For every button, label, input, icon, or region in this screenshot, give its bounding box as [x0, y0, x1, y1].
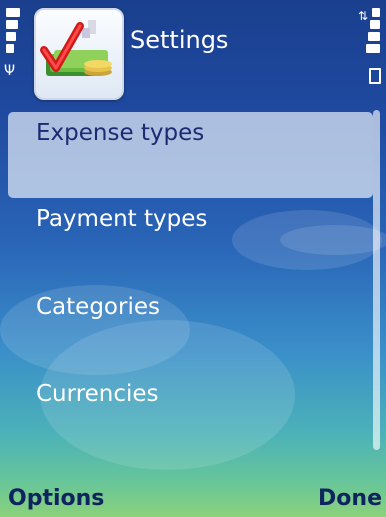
list-item-currencies[interactable]: Currencies [0, 373, 372, 459]
signal-strength-icon [6, 8, 20, 56]
list-item-label: Expense types [36, 120, 205, 146]
antenna-icon: Ψ [4, 63, 16, 79]
list-item-label: Currencies [36, 381, 159, 407]
options-softkey[interactable]: Options [8, 486, 104, 511]
expense-app-icon [34, 8, 124, 100]
battery-level-icon [366, 8, 380, 56]
battery-icon [369, 68, 381, 84]
list-item-expense-types[interactable]: Expense types [8, 112, 373, 198]
scrollbar-thumb[interactable] [373, 110, 380, 450]
scrollbar[interactable] [373, 110, 380, 450]
done-softkey[interactable]: Done [318, 486, 382, 511]
list-item-label: Categories [36, 294, 160, 320]
list-item-categories[interactable]: Categories [0, 286, 372, 372]
list-item-label: Payment types [36, 206, 208, 232]
list-item-payment-types[interactable]: Payment types [0, 198, 372, 284]
page-title: Settings [130, 26, 229, 54]
